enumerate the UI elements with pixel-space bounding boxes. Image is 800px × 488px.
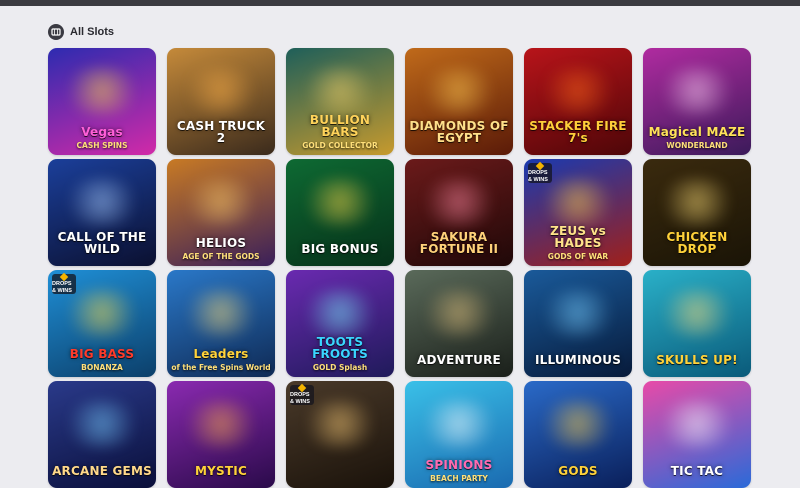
game-title: BIG BASS [69, 347, 135, 362]
game-title: ILLUMINOUS [534, 353, 622, 368]
badge-star-icon [297, 384, 307, 393]
game-title: STACKER FIRE 7's [529, 118, 627, 146]
game-title: SAKURA FORTUNE II [419, 229, 499, 257]
badge-label: DROPS & WINS [528, 170, 548, 183]
game-tile[interactable]: GODS [524, 381, 632, 488]
game-subtitle: of the Free Spins World [171, 362, 271, 372]
badge-label: DROPS & WINS [52, 281, 72, 294]
game-tile[interactable]: STACKER FIRE 7's [524, 48, 632, 155]
game-tile[interactable]: DROPS & WINS ZEUS vs HADES GODS OF WAR [524, 159, 632, 266]
game-title: CHICKEN DROP [666, 229, 728, 257]
game-title: SKULLS UP! [656, 353, 738, 368]
game-tile[interactable]: Leaders of the Free Spins World [167, 270, 275, 377]
game-title: ADVENTURE [417, 353, 501, 368]
game-tile[interactable]: ARCANE GEMS [48, 381, 156, 488]
game-title: SPINIONS [425, 458, 493, 473]
game-title: DIAMONDS OF EGYPT [409, 118, 509, 146]
drops-wins-badge: DROPS & WINS [290, 384, 314, 405]
game-tile[interactable]: BIG BONUS [286, 159, 394, 266]
game-title: CASH TRUCK 2 [176, 118, 266, 146]
drops-wins-badge: DROPS & WINS [528, 162, 552, 183]
game-title: TIC TAC [670, 464, 724, 479]
game-title: TOOTS FROOTS [312, 334, 368, 362]
game-title: BULLION BARS [309, 112, 371, 140]
game-subtitle: GOLD Splash [312, 362, 368, 372]
game-tile[interactable]: MYSTIC [167, 381, 275, 488]
game-subtitle: CASH SPINS [76, 140, 128, 150]
game-grid: Vegas CASH SPINS CASH TRUCK 2 BULLION BARS G… [48, 48, 751, 488]
game-tile[interactable]: Vegas CASH SPINS [48, 48, 156, 155]
game-tile[interactable]: SPINIONS BEACH PARTY [405, 381, 513, 488]
game-title: Magical MAZE [648, 125, 746, 140]
game-tile[interactable]: DROPS & WINS BIG BASS BONANZA [48, 270, 156, 377]
game-subtitle: GOLD COLLECTOR [302, 140, 378, 150]
game-subtitle: AGE OF THE GODS [182, 251, 260, 261]
section-title: All Slots [70, 26, 115, 38]
game-tile[interactable]: DROPS & WINS [286, 381, 394, 488]
game-title: Vegas [81, 125, 123, 140]
game-tile[interactable]: ILLUMINOUS [524, 270, 632, 377]
top-bar [0, 0, 800, 6]
game-title: Leaders [193, 347, 249, 362]
game-tile[interactable]: BULLION BARS GOLD COLLECTOR [286, 48, 394, 155]
game-title: BIG BONUS [301, 242, 379, 257]
game-tile[interactable]: SAKURA FORTUNE II [405, 159, 513, 266]
slots-logo-icon [48, 24, 64, 40]
game-title: CALL OF THE WILD [57, 229, 147, 257]
game-title: ARCANE GEMS [52, 464, 152, 479]
game-subtitle: GODS OF WAR [547, 251, 609, 261]
game-tile[interactable]: CASH TRUCK 2 [167, 48, 275, 155]
game-tile[interactable]: CHICKEN DROP [643, 159, 751, 266]
game-tile[interactable]: Magical MAZE WONDERLAND [643, 48, 751, 155]
game-subtitle: WONDERLAND [666, 140, 728, 150]
badge-star-icon [59, 273, 69, 282]
game-tile[interactable]: TIC TAC [643, 381, 751, 488]
game-title: ZEUS vs HADES [550, 223, 606, 251]
game-tile[interactable]: SKULLS UP! [643, 270, 751, 377]
game-title: GODS [558, 464, 598, 479]
game-subtitle: BEACH PARTY [430, 473, 488, 483]
badge-label: DROPS & WINS [290, 392, 310, 405]
game-tile[interactable]: TOOTS FROOTS GOLD Splash [286, 270, 394, 377]
badge-star-icon [535, 162, 545, 171]
section-header: All Slots [48, 22, 114, 42]
game-tile[interactable]: CALL OF THE WILD [48, 159, 156, 266]
game-title: MYSTIC [195, 464, 247, 479]
game-title: HELIOS [195, 236, 247, 251]
game-subtitle: BONANZA [81, 362, 123, 372]
game-tile[interactable]: HELIOS AGE OF THE GODS [167, 159, 275, 266]
game-tile[interactable]: DIAMONDS OF EGYPT [405, 48, 513, 155]
drops-wins-badge: DROPS & WINS [52, 273, 76, 294]
game-tile[interactable]: ADVENTURE [405, 270, 513, 377]
